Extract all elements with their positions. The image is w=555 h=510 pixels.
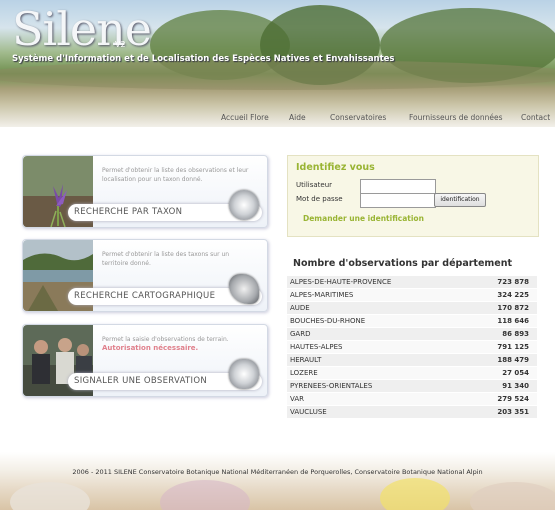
department-name: LOZERE <box>290 369 318 377</box>
password-input[interactable] <box>360 193 436 208</box>
table-row: HAUTES-ALPES 791 125 <box>287 341 537 354</box>
login-title: Identifiez vous <box>296 162 375 173</box>
login-button[interactable]: identification <box>434 193 486 207</box>
tool-description: Permet la saisie d'observations de terra… <box>102 335 252 353</box>
logo-version: V2 <box>115 40 126 49</box>
observation-count: 91 340 <box>502 382 529 390</box>
user-input[interactable] <box>360 179 436 194</box>
department-name: HERAULT <box>290 356 322 364</box>
observation-count: 324 225 <box>497 291 529 299</box>
user-label: Utilisateur <box>296 181 333 189</box>
footer-text: 2006 - 2011 SILENE Conservatoire Botaniq… <box>72 468 483 476</box>
department-name: GARD <box>290 330 311 338</box>
table-row: AUDE 170 872 <box>287 302 537 315</box>
table-row: BOUCHES-DU-RHONE 118 646 <box>287 315 537 328</box>
nav-contact[interactable]: Contact <box>521 113 550 122</box>
table-row: GARD 86 893 <box>287 328 537 341</box>
department-name: BOUCHES-DU-RHONE <box>290 317 366 325</box>
tool-description-text: Permet la saisie d'observations de terra… <box>102 336 229 343</box>
department-name: VAUCLUSE <box>290 408 327 416</box>
nav-fournisseurs[interactable]: Fournisseurs de données <box>409 113 503 122</box>
search-taxon-card[interactable]: Permet d'obtenir la liste des observatio… <box>22 155 268 228</box>
ring-emblem-icon <box>229 359 259 389</box>
table-row: PYRENEES-ORIENTALES 91 340 <box>287 380 537 393</box>
department-name: HAUTES-ALPES <box>290 343 343 351</box>
login-box: Identifiez vous Utilisateur Mot de passe… <box>287 155 539 237</box>
nav-conservatoires[interactable]: Conservatoires <box>330 113 386 122</box>
footer: 2006 - 2011 SILENE Conservatoire Botaniq… <box>0 452 555 510</box>
observation-count: 723 878 <box>497 278 529 286</box>
table-row: VAUCLUSE 203 351 <box>287 406 537 419</box>
tool-description: Permet d'obtenir la liste des observatio… <box>102 167 249 183</box>
observation-count: 118 646 <box>497 317 529 325</box>
observation-count: 188 479 <box>497 356 529 364</box>
request-identification-link[interactable]: Demander une identification <box>303 214 424 223</box>
department-name: ALPES-DE-HAUTE-PROVENCE <box>290 278 392 286</box>
table-row: HERAULT 188 479 <box>287 354 537 367</box>
department-name: AUDE <box>290 304 310 312</box>
observations-title: Nombre d'observations par département <box>293 258 513 269</box>
table-row: LOZERE 27 054 <box>287 367 537 380</box>
search-map-card[interactable]: Permet d'obtenir la liste des taxons sur… <box>22 239 268 312</box>
site-tagline: Système d'Information et de Localisation… <box>12 54 395 64</box>
password-label: Mot de passe <box>296 195 343 203</box>
report-observation-card[interactable]: Permet la saisie d'observations de terra… <box>22 324 268 397</box>
nav-aide[interactable]: Aide <box>289 113 306 122</box>
department-name: ALPES-MARITIMES <box>290 291 354 299</box>
table-row: ALPES-MARITIMES 324 225 <box>287 289 537 302</box>
magnifier-emblem-icon <box>229 190 259 220</box>
site-logo[interactable]: Silene <box>12 2 152 56</box>
observation-count: 170 872 <box>497 304 529 312</box>
header-banner: Silene V2 Système d'Information et de Lo… <box>0 0 555 127</box>
observations-table: ALPES-DE-HAUTE-PROVENCE 723 878 ALPES-MAR… <box>287 276 537 419</box>
department-name: PYRENEES-ORIENTALES <box>290 382 373 390</box>
observation-count: 279 524 <box>497 395 529 403</box>
observation-count: 86 893 <box>502 330 529 338</box>
department-name: VAR <box>290 395 304 403</box>
authorization-warning: Autorisation nécessaire. <box>102 344 199 352</box>
nav-accueil-flore[interactable]: Accueil Flore <box>221 113 269 122</box>
observation-count: 27 054 <box>502 369 529 377</box>
tool-description: Permet d'obtenir la liste des taxons sur… <box>102 251 230 267</box>
table-row: ALPES-DE-HAUTE-PROVENCE 723 878 <box>287 276 537 289</box>
observation-count: 791 125 <box>497 343 529 351</box>
table-row: VAR 279 524 <box>287 393 537 406</box>
observation-count: 203 351 <box>497 408 529 416</box>
